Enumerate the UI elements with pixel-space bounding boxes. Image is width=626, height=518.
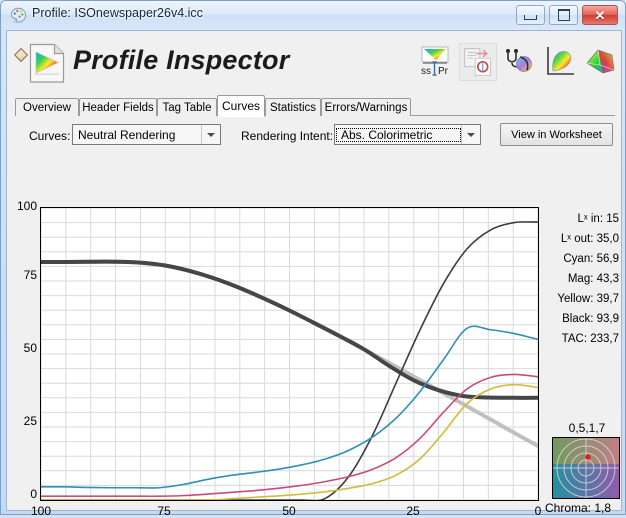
- readout-yellow: Yellow: 39,7: [557, 293, 619, 305]
- curves-chart[interactable]: [40, 207, 539, 501]
- readout-lstar-out: Lˣ out: 35,0: [560, 233, 619, 245]
- tab-strip: Overview Header Fields Tag Table Curves …: [15, 95, 615, 117]
- minimize-button[interactable]: [516, 5, 545, 25]
- readout-lstar-in: Lˣ in: 15: [577, 213, 620, 225]
- readout-cyan: Cyan: 56,9: [563, 253, 619, 265]
- window-title: Profile: ISOnewspaper26v4.icc: [32, 6, 203, 20]
- close-icon: ✕: [594, 7, 606, 23]
- gamut-plot-icon[interactable]: [541, 43, 579, 81]
- chroma-value-label: Chroma: 1,8: [545, 501, 612, 515]
- chroma-wheel-svg: [553, 438, 619, 498]
- title-bar: Profile: ISOnewspaper26v4.icc ✕: [1, 1, 625, 30]
- convert-profile-icon[interactable]: [459, 43, 497, 81]
- readout-tac: TAC: 233,7: [561, 333, 619, 345]
- app-header: Profile Inspector ss Pr: [7, 31, 621, 93]
- controls-row: Curves: Neutral Rendering Rendering Inte…: [7, 121, 621, 156]
- maximize-icon: [550, 6, 577, 24]
- chart-svg: [41, 208, 538, 500]
- close-button[interactable]: ✕: [582, 5, 618, 25]
- readout-black: Black: 93,9: [562, 313, 619, 325]
- tab-overview[interactable]: Overview: [15, 98, 79, 116]
- curves-dropdown-value: Neutral Rendering: [78, 127, 176, 142]
- x-tick-25: 25: [406, 504, 420, 518]
- x-tick-50: 50: [282, 504, 296, 518]
- curves-plot-area: 100 75 50 25 0 100 75 50 25 0: [7, 156, 623, 518]
- tab-tag-table[interactable]: Tag Table: [157, 98, 217, 116]
- page-title: Profile Inspector: [73, 45, 290, 75]
- tab-header-fields[interactable]: Header Fields: [79, 98, 157, 116]
- value-readout-panel: Lˣ in: 15 Lˣ out: 35,0 Cyan: 56,9 Mag: 4…: [540, 209, 623, 349]
- svg-text:Pr: Pr: [438, 66, 449, 77]
- tab-curves[interactable]: Curves: [217, 95, 265, 117]
- chroma-wheel[interactable]: [552, 437, 620, 499]
- chevron-down-icon: [201, 125, 220, 144]
- profile-document-icon: [29, 43, 65, 83]
- client-area: Profile Inspector ss Pr Overview Header …: [6, 30, 623, 518]
- tab-statistics[interactable]: Statistics: [265, 98, 321, 116]
- rendering-intent-value: Abs. Colorimetric: [336, 127, 461, 142]
- svg-text:ss: ss: [421, 66, 431, 77]
- minimize-icon: [517, 6, 544, 24]
- curves-dropdown[interactable]: Neutral Rendering: [72, 124, 221, 145]
- chart-gridlines: [41, 208, 538, 500]
- app-window: Profile: ISOnewspaper26v4.icc ✕ Profile …: [0, 0, 626, 518]
- gamut-3d-icon[interactable]: [581, 43, 619, 81]
- chroma-coordinates: 0,5,1,7: [568, 421, 606, 435]
- rendering-intent-label: Rendering Intent:: [241, 129, 334, 143]
- x-tick-75: 75: [157, 504, 171, 518]
- rendering-intent-dropdown[interactable]: Abs. Colorimetric: [334, 124, 481, 145]
- view-in-worksheet-button[interactable]: View in Worksheet: [500, 123, 613, 146]
- curves-label: Curves:: [29, 129, 71, 143]
- x-tick-100: 100: [30, 504, 52, 518]
- maximize-button[interactable]: [549, 5, 578, 25]
- palette-icon: [10, 7, 27, 24]
- assign-profile-icon[interactable]: ss Pr: [416, 43, 454, 81]
- tab-errors-warnings[interactable]: Errors/Warnings: [321, 98, 411, 116]
- readout-magenta: Mag: 43,3: [567, 273, 619, 285]
- diamond-bullet-icon: [13, 47, 29, 63]
- chevron-down-icon: [461, 125, 480, 144]
- profile-doctor-icon[interactable]: [499, 43, 537, 81]
